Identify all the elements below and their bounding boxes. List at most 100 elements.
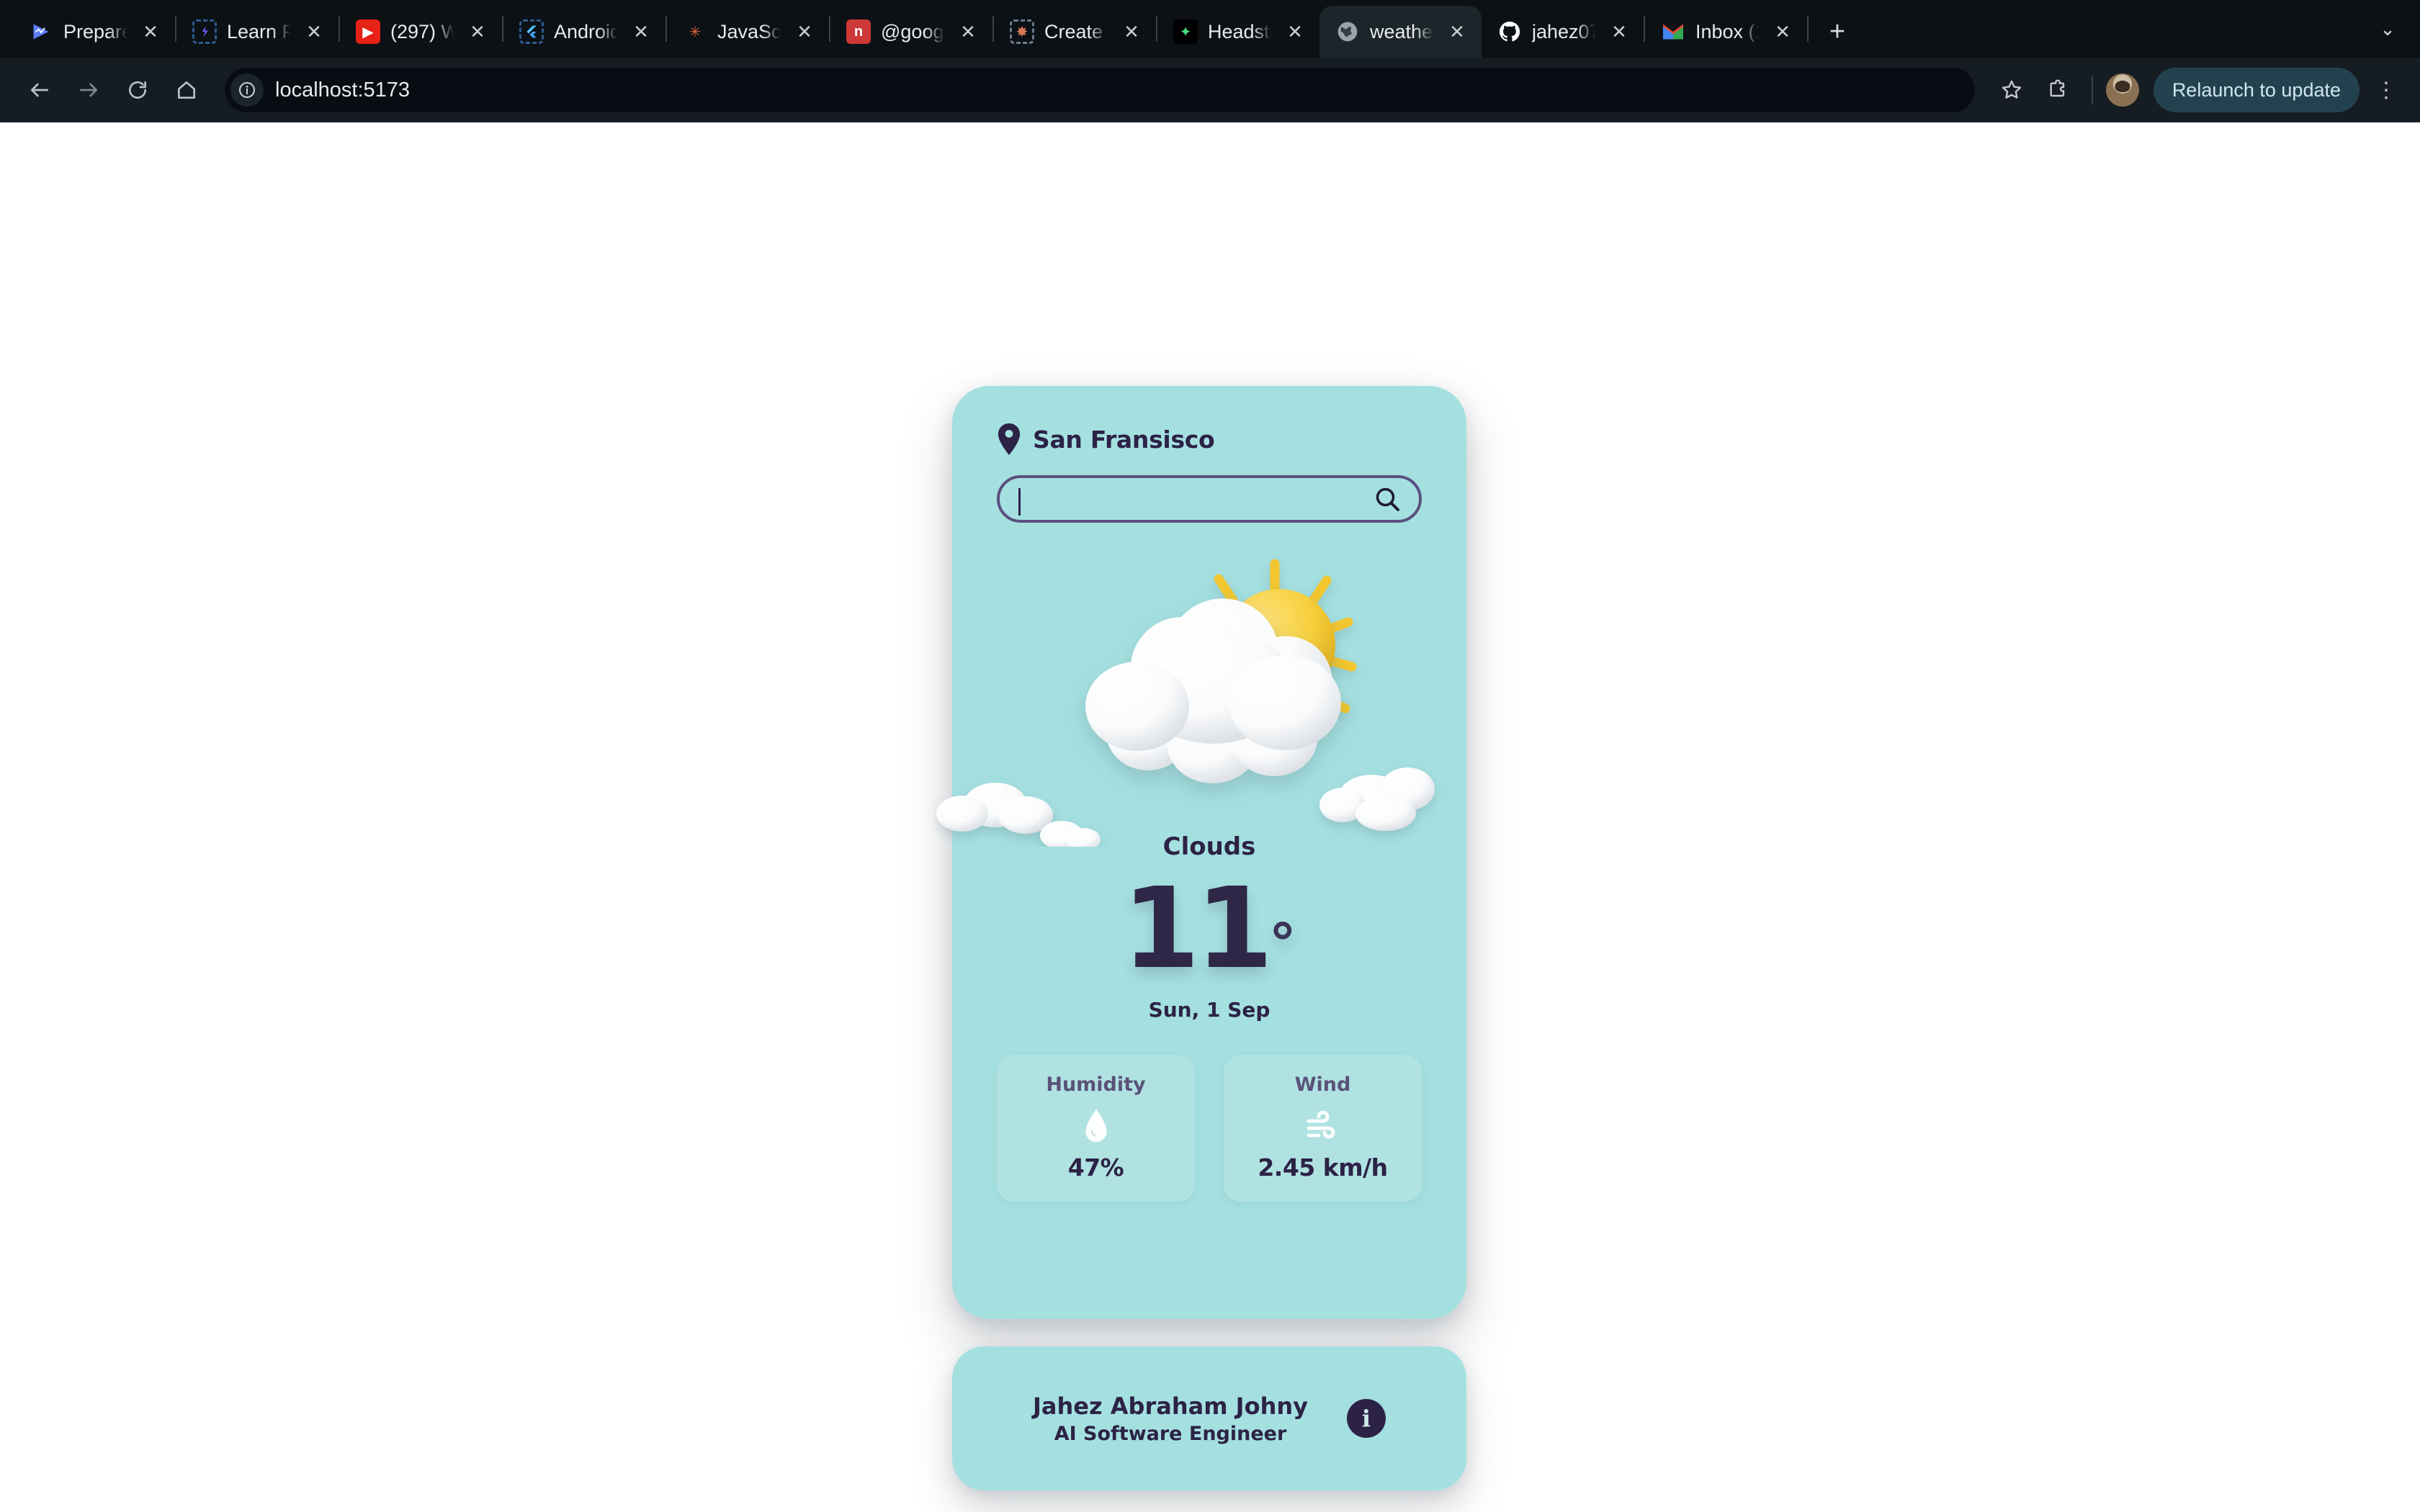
tab-close-icon[interactable]: ✕ (1444, 19, 1470, 45)
tab-label: Prepare rele (63, 21, 127, 43)
npm-icon: n (846, 19, 871, 44)
tab-label: Inbox (19,24 (1695, 21, 1760, 43)
tab-label: Headstarter (1208, 21, 1272, 43)
search-bar[interactable] (997, 475, 1422, 523)
humidity-card: Humidity 47% (997, 1055, 1195, 1202)
home-button[interactable] (164, 68, 209, 112)
new-tab-button[interactable]: + (1816, 10, 1859, 53)
tab-label: @google/ge (881, 21, 945, 43)
youtube-icon: ▶ (356, 19, 380, 44)
page-viewport: San Fransisco (0, 122, 2420, 1512)
forward-button[interactable] (66, 68, 111, 112)
tab-separator (1807, 16, 1809, 42)
bookmark-button[interactable] (1991, 69, 2033, 111)
location-row: San Fransisco (997, 423, 1422, 455)
tab-strip: Prepare rele ✕ Learn PWA ✕ ▶ (297) Wait … (0, 0, 2420, 58)
back-arrow-icon (28, 78, 51, 102)
tab-youtube-video[interactable]: ▶ (297) Wait fo ✕ (340, 6, 502, 58)
tab-weather-app[interactable]: weather_app ✕ (1319, 6, 1482, 58)
avatar[interactable] (2106, 73, 2139, 107)
temperature-value: 11 (1122, 863, 1269, 994)
home-icon (175, 78, 198, 102)
browser-window: Prepare rele ✕ Learn PWA ✕ ▶ (297) Wait … (0, 0, 2420, 1512)
tab-label: Learn PWA (227, 21, 291, 43)
tab-label: Android | Flu (554, 21, 618, 43)
tab-label: (297) Wait fo (390, 21, 454, 43)
tab-prepare-release[interactable]: Prepare rele ✕ (13, 6, 175, 58)
tab-close-icon[interactable]: ✕ (1606, 19, 1632, 45)
forward-arrow-icon (77, 78, 100, 102)
wind-value: 2.45 km/h (1231, 1153, 1415, 1182)
tab-close-icon[interactable]: ✕ (955, 19, 981, 45)
location-name: San Fransisco (1033, 426, 1214, 454)
star-icon (2000, 78, 2023, 102)
chevron-down-icon: ⌄ (2380, 18, 2396, 40)
text-cursor (1018, 488, 1021, 516)
tab-search-button[interactable]: ⌄ (2355, 0, 2420, 58)
tab-android-flutter[interactable]: Android | Flu ✕ (503, 6, 666, 58)
author-name: Jahez Abraham Johny (1033, 1392, 1308, 1420)
sparkle-icon: ✳ (683, 19, 707, 44)
flutter-icon (519, 19, 544, 44)
wind-label: Wind (1231, 1074, 1415, 1096)
sun-behind-cloud-icon (910, 530, 1559, 847)
tab-close-icon[interactable]: ✕ (301, 19, 327, 45)
site-info-icon[interactable] (230, 73, 264, 107)
linear-app-icon (29, 19, 53, 44)
tab-learn-pwa[interactable]: Learn PWA ✕ (176, 6, 339, 58)
tab-gmail-inbox[interactable]: Inbox (19,24 ✕ (1645, 6, 1807, 58)
reload-icon (126, 78, 149, 102)
toolbar-separator (2092, 76, 2093, 104)
tab-headstarter[interactable]: ✦ Headstarter ✕ (1157, 6, 1319, 58)
extensions-icon (2046, 78, 2069, 102)
relaunch-to-update-button[interactable]: Relaunch to update (2154, 68, 2360, 112)
headstarter-icon: ✦ (1173, 19, 1198, 44)
extensions-button[interactable] (2037, 69, 2079, 111)
tab-close-icon[interactable]: ✕ (138, 19, 163, 45)
reload-button[interactable] (115, 68, 160, 112)
gmail-icon (1661, 19, 1685, 44)
degree-symbol: ° (1269, 912, 1296, 976)
info-button[interactable]: i (1347, 1399, 1386, 1438)
tab-javascript[interactable]: ✳ JavaScript & ✕ (667, 6, 829, 58)
temperature-display: 11° (997, 878, 1422, 979)
tab-google-gen-npm[interactable]: n @google/ge ✕ (830, 6, 992, 58)
pwa-icon (192, 19, 217, 44)
author-card: Jahez Abraham Johny AI Software Engineer… (952, 1346, 1466, 1490)
water-drop-icon (1004, 1104, 1188, 1149)
tab-close-icon[interactable]: ✕ (792, 19, 817, 45)
humidity-label: Humidity (1004, 1074, 1188, 1096)
globe-icon (1335, 19, 1360, 44)
tab-github-repo[interactable]: jahez07/wea ✕ (1482, 6, 1644, 58)
back-button[interactable] (17, 68, 62, 112)
search-input[interactable] (1016, 478, 1373, 520)
tab-close-icon[interactable]: ✕ (465, 19, 490, 45)
tab-close-icon[interactable]: ✕ (1282, 19, 1308, 45)
tab-label: weather_app (1370, 21, 1434, 43)
humidity-value: 47% (1004, 1153, 1188, 1182)
weather-illustration (997, 530, 1422, 840)
tab-label: JavaScript & (717, 21, 781, 43)
tab-label: Create a Var (1044, 21, 1108, 43)
weather-condition: Clouds (997, 832, 1422, 861)
tab-close-icon[interactable]: ✕ (1119, 19, 1144, 45)
browser-menu-button[interactable]: ⋮ (2370, 78, 2403, 103)
tab-label: jahez07/wea (1532, 21, 1596, 43)
location-pin-icon (997, 423, 1021, 455)
author-role: AI Software Engineer (1033, 1423, 1308, 1445)
address-bar[interactable]: localhost:5173 (225, 68, 1975, 112)
author-text: Jahez Abraham Johny AI Software Engineer (1033, 1392, 1308, 1445)
wind-card: Wind 2.45 km/h (1224, 1055, 1422, 1202)
tab-create-a-var[interactable]: ✸ Create a Var ✕ (994, 6, 1156, 58)
current-date: Sun, 1 Sep (997, 998, 1422, 1022)
metrics-row: Humidity 47% Wind 2.45 (997, 1055, 1422, 1202)
weather-card: San Fransisco (952, 386, 1466, 1319)
tab-close-icon[interactable]: ✕ (1770, 19, 1796, 45)
tab-close-icon[interactable]: ✕ (628, 19, 654, 45)
url-text: localhost:5173 (275, 78, 410, 102)
github-icon (1497, 19, 1522, 44)
browser-toolbar: localhost:5173 Relaunch to update ⋮ (0, 58, 2420, 122)
search-icon[interactable] (1373, 485, 1402, 513)
claude-icon: ✸ (1010, 19, 1034, 44)
wind-icon (1231, 1104, 1415, 1149)
